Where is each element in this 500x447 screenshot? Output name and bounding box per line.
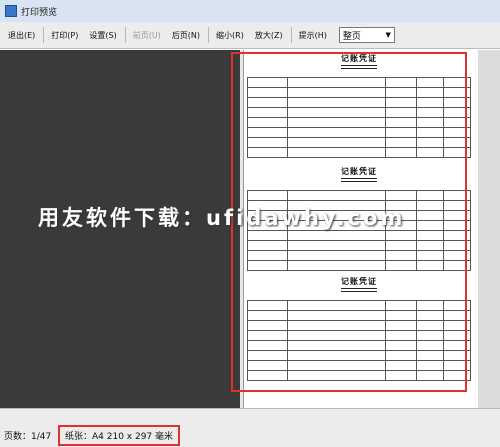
title-bar: 打印预览 [0,0,500,23]
app-icon [5,5,17,17]
print-button[interactable]: 打印(P) [46,27,83,44]
toolbar-separator [43,27,45,43]
toolbar-separator [124,27,126,43]
window-title: 打印预览 [21,7,58,18]
settings-button[interactable]: 设置(S) [84,27,121,44]
zoom-in-button[interactable]: 放大(Z) [250,27,288,44]
chevron-down-icon: ▼ [385,31,391,39]
toolbar-separator [290,27,292,43]
zoom-out-button[interactable]: 缩小(R) [211,27,249,44]
watermark-text: 用友软件下载：ufidawhy.com [38,206,406,230]
paper-size: 纸张：A4 210 x 297 毫米 [58,425,181,446]
page-count: 页数：1/47 [4,432,52,442]
prev-page-button[interactable]: 前页(U) [128,27,166,44]
exit-button[interactable]: 退出(E) [3,27,40,44]
toolbar-separator [208,27,210,43]
status-bar: 页数：1/47 纸张：A4 210 x 297 毫米 [0,408,500,447]
hint-button[interactable]: 提示(H) [294,27,332,44]
zoom-dropdown[interactable]: 整页 ▼ [338,27,395,43]
zoom-dropdown-value: 整页 [342,31,361,42]
page-margin-area [478,50,500,408]
next-page-button[interactable]: 后页(N) [167,27,205,44]
toolbar: 退出(E) 打印(P) 设置(S) 前页(U) 后页(N) 缩小(R) 放大(Z… [0,22,500,49]
